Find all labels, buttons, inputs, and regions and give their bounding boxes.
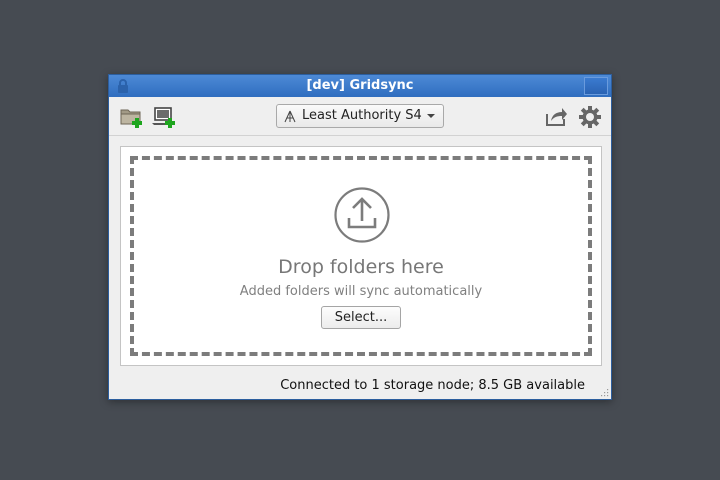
window-title: [dev] Gridsync — [306, 78, 414, 93]
folder-view[interactable]: Drop folders here Added folders will syn… — [120, 146, 602, 366]
laptop-add-icon[interactable] — [151, 105, 177, 129]
close-button[interactable] — [584, 77, 608, 95]
grid-icon — [284, 110, 296, 123]
upload-icon — [334, 187, 390, 243]
grid-selector-value: Least Authority S4 — [302, 108, 422, 123]
select-button[interactable]: Select... — [321, 306, 401, 329]
status-bar-text: Connected to 1 storage node; 8.5 GB avai… — [280, 378, 585, 393]
toolbar: Least Authority S4 — [109, 97, 611, 136]
gear-icon[interactable] — [577, 105, 603, 129]
drop-subtitle: Added folders will sync automatically — [239, 284, 483, 299]
share-icon[interactable] — [543, 105, 569, 129]
app-window: [dev] Gridsync Least Authority S4 Drop f… — [108, 74, 612, 400]
grid-selector[interactable]: Least Authority S4 — [276, 104, 444, 128]
lock-icon — [118, 79, 128, 93]
drop-title: Drop folders here — [278, 256, 444, 278]
resize-grip-icon[interactable] — [600, 388, 609, 397]
drop-zone[interactable]: Drop folders here Added folders will syn… — [130, 156, 592, 356]
folder-add-icon[interactable] — [119, 105, 145, 129]
title-bar[interactable]: [dev] Gridsync — [109, 75, 611, 97]
chevron-down-icon — [427, 114, 435, 118]
